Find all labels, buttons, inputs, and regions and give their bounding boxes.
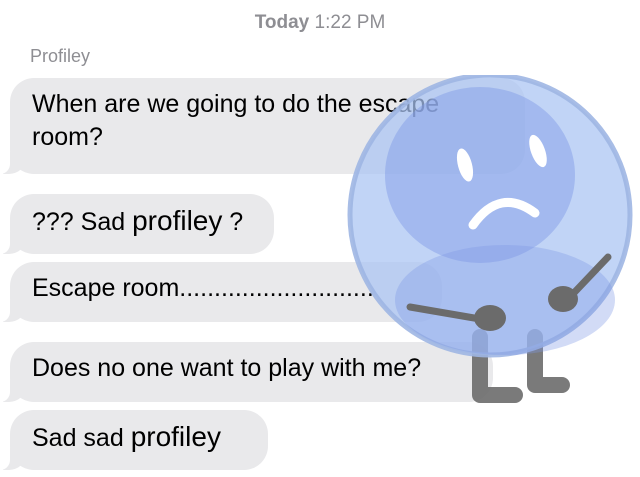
message-name: profiley <box>130 421 221 452</box>
message-bubble[interactable]: ??? Sad profiley ? <box>0 194 274 254</box>
message-bubble[interactable]: Sad sad profiley <box>0 410 268 470</box>
timestamp: Today 1:22 PM <box>0 12 640 34</box>
message-name: profiley <box>132 205 223 236</box>
timestamp-day: Today <box>254 12 310 33</box>
sad-blue-ball-character-icon <box>347 75 633 403</box>
message-text: Escape room............................ <box>32 274 374 302</box>
message-text: Sad sad <box>32 424 131 452</box>
message-text: ??? Sad <box>32 208 133 236</box>
sender-name: Profiley <box>30 46 91 66</box>
timestamp-time: 1:22 PM <box>314 12 386 33</box>
message-text: ? <box>222 208 244 236</box>
